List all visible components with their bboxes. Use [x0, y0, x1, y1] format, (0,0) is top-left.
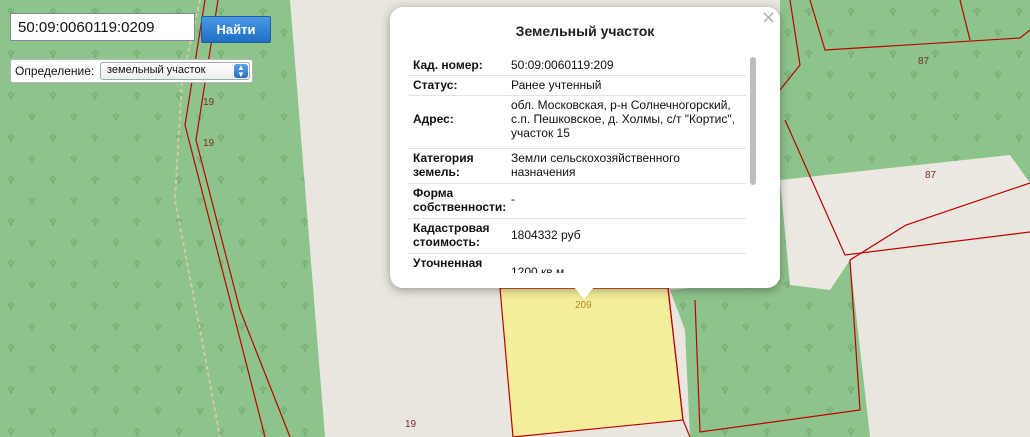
parcel-info-popup: Земельный участок × Кад. номер: 50:09:00…: [390, 7, 780, 288]
row-label-ownership: Форма собственности:: [413, 186, 507, 214]
row-label-cad-number: Кад. номер:: [413, 58, 483, 72]
row-label-address: Адрес:: [413, 112, 454, 126]
scrollbar-thumb[interactable]: [750, 57, 756, 185]
table-row: Адрес: обл. Московская, р-н Солнечногорс…: [408, 95, 746, 149]
popup-pointer: [574, 287, 594, 299]
row-value-cadastral-value: 1804332 руб: [511, 228, 581, 242]
map-label-19a: 19: [203, 97, 215, 108]
table-row: Категория земель: Земли сельскохозяйстве…: [408, 148, 746, 184]
row-label-area: Уточненная площадь:: [413, 256, 483, 273]
definition-bar: Определение: земельный участок ▲ ▼: [10, 59, 253, 83]
popup-title: Земельный участок: [515, 23, 655, 39]
row-label-land-category: Категория земель:: [413, 151, 474, 179]
row-label-cadastral-value: Кадастровая стоимость:: [413, 221, 490, 249]
definition-select[interactable]: земельный участок ▲ ▼: [100, 62, 250, 80]
table-row: Кадастровая стоимость: 1804332 руб: [408, 218, 746, 254]
popup-scrollbar[interactable]: [748, 55, 758, 273]
row-value-address: обл. Московская, р-н Солнечногорский, с.…: [511, 98, 735, 140]
close-icon[interactable]: ×: [761, 9, 776, 27]
row-label-status: Статус:: [413, 78, 458, 92]
parcel-attributes-table: Кад. номер: 50:09:0060119:209 Статус: Ра…: [408, 55, 746, 273]
table-row: Уточненная площадь: 1200 кв.м: [408, 253, 746, 273]
row-value-area: 1200 кв.м: [511, 265, 565, 273]
definition-select-value: земельный участок: [107, 64, 206, 76]
table-row: Форма собственности: -: [408, 183, 746, 219]
map-label-87a: 87: [918, 56, 930, 67]
map-label-19b: 19: [203, 138, 215, 149]
row-value-status: Ранее учтенный: [511, 78, 602, 92]
row-value-ownership: -: [511, 192, 515, 206]
select-arrows-icon: ▲ ▼: [234, 64, 248, 79]
row-value-cad-number: 50:09:0060119:209: [511, 58, 614, 72]
map-label-19c: 19: [405, 419, 417, 430]
map-label-87b: 87: [925, 170, 937, 181]
map-label-209: 209: [575, 300, 592, 311]
definition-label: Определение:: [15, 64, 95, 78]
table-row: Кад. номер: 50:09:0060119:209: [408, 55, 746, 76]
table-row: Статус: Ранее учтенный: [408, 75, 746, 96]
cadastral-search-input[interactable]: [10, 13, 195, 41]
row-value-land-category: Земли сельскохозяйственного назначения: [511, 151, 680, 179]
find-button[interactable]: Найти: [201, 16, 271, 43]
